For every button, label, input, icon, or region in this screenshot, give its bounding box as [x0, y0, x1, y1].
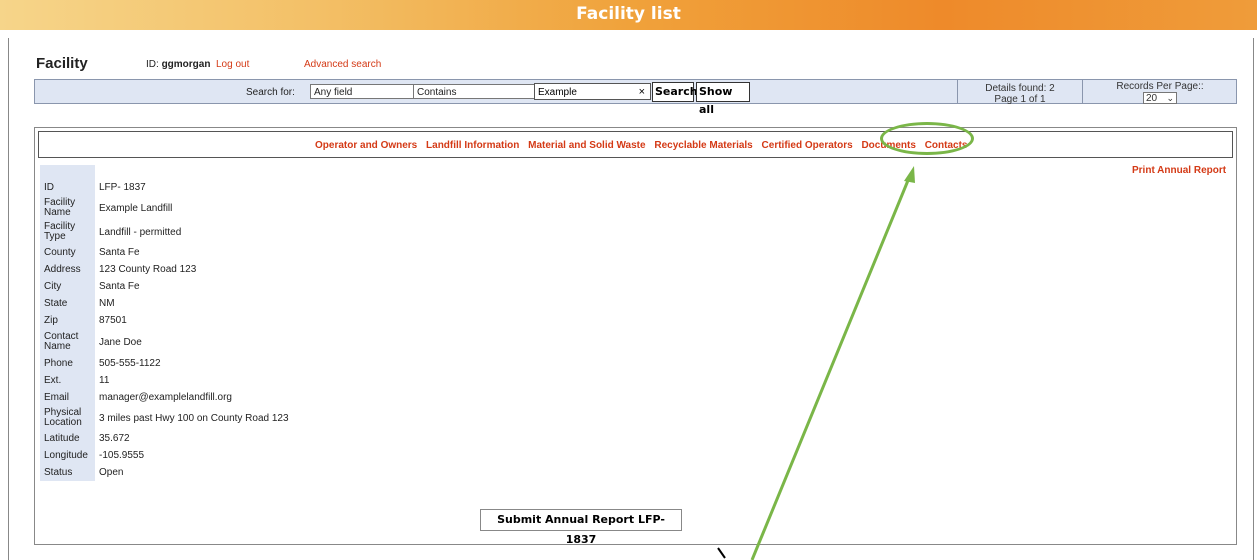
tab-certified-operators[interactable]: Certified Operators: [762, 140, 853, 151]
detail-value: 11: [99, 375, 110, 386]
logout-link[interactable]: Log out: [216, 59, 249, 70]
detail-key: Facility Name: [40, 196, 95, 220]
records-per-page-select[interactable]: 20 ⌄: [1143, 92, 1177, 104]
user-id: ID: ggmorgan: [146, 59, 210, 70]
search-button[interactable]: Search: [652, 82, 698, 102]
clear-icon[interactable]: ×: [639, 84, 645, 101]
detail-value: NM: [99, 298, 115, 309]
detail-value: 35.672: [99, 433, 130, 444]
detail-key: Status: [40, 464, 95, 481]
table-row: Phone 505-555-1122: [40, 355, 293, 372]
detail-key: County: [40, 244, 95, 261]
tab-recyclable-materials[interactable]: Recyclable Materials: [654, 140, 752, 151]
records-per-page: Records Per Page:: 20 ⌄: [1084, 81, 1236, 104]
detail-value: manager@examplelandfill.org: [99, 392, 232, 403]
table-row: Physical Location 3 miles past Hwy 100 on…: [40, 406, 293, 430]
detail-key: ID: [40, 179, 95, 196]
window-title: Facility list: [576, 4, 681, 24]
details-found: Details found: 2: [985, 83, 1055, 94]
detail-value: Landfill - permitted: [99, 226, 182, 238]
facility-details: ID LFP- 1837 Facility Name Example Landfil…: [40, 165, 293, 481]
table-row: City Santa Fe: [40, 278, 293, 295]
submit-annual-report-button[interactable]: Submit Annual Report LFP- 1837: [480, 509, 682, 546]
detail-value: 123 County Road 123: [99, 264, 197, 275]
detail-key: Longitude: [40, 447, 95, 464]
table-row: Latitude 35.672: [40, 430, 293, 447]
table-row: Email manager@examplelandfill.org: [40, 389, 293, 406]
detail-key: Phone: [40, 355, 95, 372]
detail-value: 3 miles past Hwy 100 on County Road 123: [99, 412, 289, 424]
detail-key: Physical Location: [40, 406, 95, 430]
detail-value: Jane Doe: [99, 336, 142, 348]
records-per-page-label: Records Per Page::: [1116, 81, 1204, 92]
empty-header-cell: [40, 165, 95, 179]
detail-key: City: [40, 278, 95, 295]
table-row: County Santa Fe: [40, 244, 293, 261]
tab-bar: Operator and Owners Landfill Information…: [38, 131, 1233, 158]
search-bar: Search for: Any field ⌄ Contains ⌄ Examp…: [34, 79, 1237, 116]
table-row: Contact Name Jane Doe: [40, 329, 293, 355]
facility-detail-panel: Operator and Owners Landfill Information…: [34, 127, 1237, 546]
table-row: Facility Type Landfill - permitted: [40, 220, 293, 244]
search-field-value: Any field: [314, 87, 353, 98]
detail-key: Contact Name: [40, 329, 95, 355]
detail-value: Open: [99, 467, 124, 478]
detail-key: Address: [40, 261, 95, 278]
tab-operator-and-owners[interactable]: Operator and Owners: [315, 140, 417, 151]
show-all-button[interactable]: Show all: [696, 82, 750, 116]
table-row: State NM: [40, 295, 293, 312]
detail-value: Santa Fe: [99, 281, 140, 292]
search-input[interactable]: Example ×: [534, 83, 651, 100]
table-row: Ext. 11: [40, 372, 293, 389]
user-id-label: ID:: [146, 59, 159, 70]
tabs: Operator and Owners Landfill Information…: [315, 140, 973, 151]
divider: [957, 80, 958, 103]
page-info: Page 1 of 1: [994, 94, 1046, 105]
table-row: [40, 165, 293, 179]
print-annual-report-link[interactable]: Print Annual Report: [1132, 165, 1226, 176]
tab-landfill-information[interactable]: Landfill Information: [426, 140, 519, 151]
advanced-search-link[interactable]: Advanced search: [304, 59, 381, 70]
detail-value: -105.9555: [99, 450, 145, 461]
results-info: Details found: 2 Page 1 of 1: [959, 83, 1081, 105]
table-row: Zip 87501: [40, 312, 293, 329]
search-label: Search for:: [246, 87, 295, 98]
detail-value: 505-555-1122: [99, 358, 161, 369]
detail-key: Zip: [40, 312, 95, 329]
page-title: Facility: [36, 55, 88, 72]
detail-key: Facility Type: [40, 220, 95, 244]
username: ggmorgan: [161, 59, 211, 70]
detail-value: 87501: [99, 315, 127, 326]
table-row: ID LFP- 1837: [40, 179, 293, 196]
table-row: Status Open: [40, 464, 293, 481]
detail-value: LFP- 1837: [99, 182, 146, 193]
table-row: Facility Name Example Landfill: [40, 196, 293, 220]
records-per-page-value: 20: [1146, 93, 1158, 104]
detail-key: Latitude: [40, 430, 95, 447]
detail-value: Example Landfill: [99, 202, 173, 214]
detail-key: Ext.: [40, 372, 95, 389]
table-row: Longitude -105.9555: [40, 447, 293, 464]
table-row: Address 123 County Road 123: [40, 261, 293, 278]
divider: [1082, 80, 1083, 103]
details-table: ID LFP- 1837 Facility Name Example Landfil…: [40, 165, 293, 481]
detail-key: Email: [40, 389, 95, 406]
search-input-value: Example: [538, 87, 577, 98]
search-operator-value: Contains: [417, 87, 457, 98]
detail-key: State: [40, 295, 95, 312]
chevron-down-icon: ⌄: [1166, 93, 1174, 103]
title-bar: Facility list: [0, 0, 1257, 30]
detail-value: Santa Fe: [99, 247, 140, 258]
search-operator-select[interactable]: Contains ⌄: [413, 84, 549, 99]
annotation-highlight-circle: [880, 122, 974, 155]
tab-material-and-solid-waste[interactable]: Material and Solid Waste: [528, 140, 645, 151]
